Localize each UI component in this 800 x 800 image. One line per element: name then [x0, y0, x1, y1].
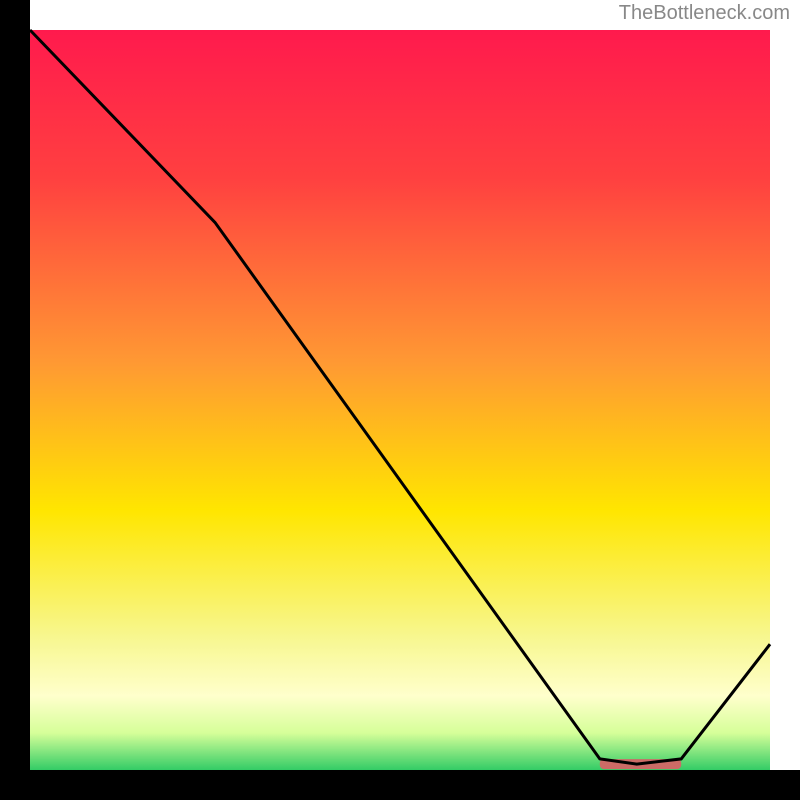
bottleneck-chart	[0, 0, 800, 800]
plot-background	[30, 30, 770, 770]
chart-container: TheBottleneck.com	[0, 0, 800, 800]
watermark: TheBottleneck.com	[619, 2, 790, 25]
